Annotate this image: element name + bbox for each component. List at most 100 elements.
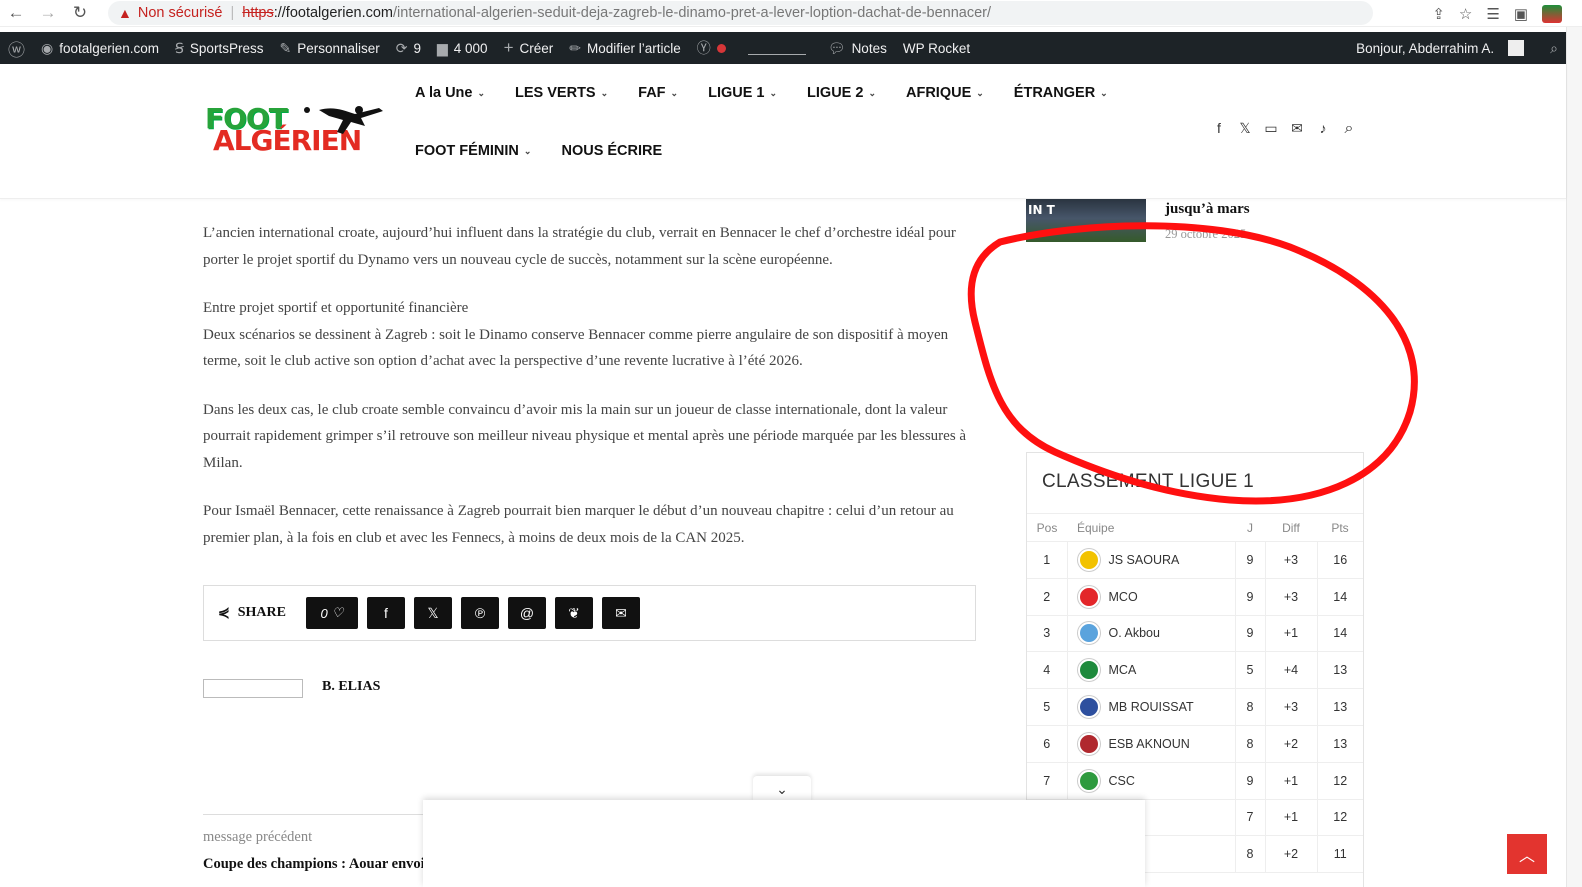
extension-icon[interactable]: [1542, 4, 1562, 23]
share-facebook-button[interactable]: f: [367, 597, 405, 629]
cell-team[interactable]: MCA: [1066, 651, 1236, 690]
share-x-button[interactable]: 𝕏: [414, 597, 452, 629]
sidebar-post-date: 29 octobre 2025: [1165, 227, 1247, 241]
cell-pos: 3: [1027, 615, 1067, 653]
team-name: ESB AKNOUN: [1108, 736, 1190, 751]
menu-item[interactable]: AFRIQUE ⌄: [906, 85, 984, 101]
sidebar-post-thumbnail[interactable]: IN T: [1026, 199, 1146, 242]
chevron-down-icon: ⌄: [976, 87, 984, 98]
page-scrollbar[interactable]: [1566, 27, 1582, 887]
yoast-icon: Ⓨ: [696, 40, 711, 56]
share-email-button[interactable]: ✉: [602, 597, 640, 629]
edit-post-label: Modifier l’article: [587, 40, 681, 56]
share-box: ⋞ SHARE 0 ♡ f 𝕏 ℗ @ ❦ ✉: [203, 585, 976, 641]
menu-item[interactable]: LIGUE 2 ⌄: [807, 85, 876, 101]
comments-link[interactable]: ▆ 4 000: [429, 32, 496, 64]
url-path: /international-algerien-seduit-deja-zagr…: [393, 5, 992, 21]
cell-played: 8: [1235, 725, 1265, 763]
seo-menu[interactable]: Ⓨ: [689, 32, 734, 64]
admin-search-icon[interactable]: ⌕: [1542, 32, 1566, 64]
url-host: ://footalgerien.com: [273, 5, 393, 21]
reading-list-icon[interactable]: ☰: [1486, 5, 1499, 23]
previous-post-label: message précédent: [203, 829, 313, 845]
author-name[interactable]: B. ELIAS: [322, 679, 380, 695]
notes-link[interactable]: 💬︎ Notes: [820, 32, 895, 64]
menu-item-label: FOOT FÉMININ: [415, 143, 519, 159]
cell-team[interactable]: O. Akbou: [1066, 615, 1236, 653]
cell-points: 12: [1317, 762, 1363, 800]
menu-item-label: LIGUE 1: [708, 85, 765, 101]
team-wrap: JS SAOURA: [1068, 548, 1235, 571]
cell-points: 13: [1317, 688, 1363, 726]
email-icon[interactable]: ✉: [1290, 120, 1304, 138]
wordpress-menu[interactable]: ⓦ: [0, 32, 33, 64]
sidepanel-icon[interactable]: ▣: [1514, 5, 1528, 23]
account-menu[interactable]: Bonjour, Abderrahim A.: [1348, 32, 1542, 64]
sportspress-link[interactable]: Ꞩ SportsPress: [167, 32, 271, 64]
chevron-down-icon: ⌄: [1100, 87, 1108, 98]
col-pos: Pos: [1027, 513, 1067, 542]
bookmark-star-icon[interactable]: ☆: [1459, 5, 1472, 23]
cell-points: 14: [1317, 578, 1363, 616]
like-button[interactable]: 0 ♡: [306, 597, 358, 629]
cell-team[interactable]: CSC: [1066, 762, 1236, 800]
cell-pos: 5: [1027, 688, 1067, 726]
admin-site-link[interactable]: ◉ footalgerien.com: [33, 32, 167, 64]
menu-item[interactable]: FAF ⌄: [638, 85, 678, 101]
share-threads-button[interactable]: @: [508, 597, 546, 629]
main-menu-row-2: FOOT FÉMININ ⌄ NOUS ÉCRIRE: [415, 122, 1135, 180]
back-icon[interactable]: ←: [0, 0, 32, 27]
youtube-icon[interactable]: ▭: [1264, 120, 1278, 138]
wp-rocket-link[interactable]: WP Rocket: [895, 32, 978, 64]
share-bluesky-button[interactable]: ❦: [555, 597, 593, 629]
site-logo[interactable]: FOOT ALGÉRIEN: [205, 102, 400, 157]
menu-item[interactable]: A la Une ⌄: [415, 85, 485, 101]
cell-played: 9: [1235, 541, 1265, 579]
facebook-icon: f: [384, 605, 388, 621]
avatar: [1508, 40, 1525, 56]
forward-icon[interactable]: →: [32, 0, 64, 27]
menu-item[interactable]: NOUS ÉCRIRE: [561, 143, 662, 159]
facebook-icon[interactable]: f: [1212, 120, 1226, 138]
customize-link[interactable]: ✎ Personnaliser: [271, 32, 387, 64]
share-page-icon[interactable]: ⇪: [1432, 5, 1445, 23]
article-paragraph: L’ancien international croate, aujourd’h…: [203, 225, 956, 268]
share-pinterest-button[interactable]: ℗: [461, 597, 499, 629]
club-crest-icon: [1077, 659, 1100, 682]
share-icon: ⋞: [218, 605, 230, 621]
menu-item[interactable]: LIGUE 1 ⌄: [708, 85, 777, 101]
col-diff: Diff: [1265, 513, 1317, 542]
cell-team[interactable]: MCO: [1066, 578, 1236, 616]
tiktok-icon[interactable]: ♪: [1316, 120, 1330, 138]
updates-link[interactable]: ⟳ 9: [388, 32, 429, 64]
x-twitter-icon[interactable]: 𝕏: [1238, 120, 1252, 138]
cell-team[interactable]: MB ROUISSAT: [1066, 688, 1236, 726]
menu-item-label: NOUS ÉCRIRE: [561, 143, 663, 159]
admin-search-field[interactable]: [747, 41, 806, 55]
sidebar-post-title[interactable]: jusqu’à mars: [1165, 201, 1250, 218]
search-icon[interactable]: ⌕: [1342, 120, 1356, 138]
col-points: Pts: [1317, 513, 1363, 542]
cell-played: 5: [1235, 651, 1265, 690]
new-content-link[interactable]: + Créer: [496, 32, 562, 64]
cell-points: 12: [1317, 799, 1363, 837]
ad-collapse-toggle[interactable]: ⌄: [753, 776, 811, 802]
menu-item[interactable]: LES VERTS ⌄: [515, 85, 608, 101]
address-bar[interactable]: ▲ Non sécurisé | https ://footalgerien.c…: [108, 1, 1373, 25]
standings-header-row: Pos Équipe J Diff Pts: [1027, 513, 1363, 542]
previous-post-link[interactable]: Coupe des champions : Aouar envoie Al-It…: [203, 853, 433, 887]
club-crest-icon: [1077, 769, 1100, 792]
edit-post-link[interactable]: ✏ Modifier l’article: [561, 32, 689, 64]
cell-played: 8: [1235, 688, 1265, 726]
menu-item[interactable]: FOOT FÉMININ ⌄: [415, 143, 531, 159]
comment-icon: ▆: [436, 39, 448, 56]
menu-item[interactable]: ÉTRANGER ⌄: [1014, 85, 1108, 101]
cell-team[interactable]: JS SAOURA: [1066, 541, 1236, 579]
scroll-to-top-button[interactable]: ︿: [1507, 834, 1547, 874]
cell-team[interactable]: ESB AKNOUN: [1066, 725, 1236, 763]
not-secure-label[interactable]: Non sécurisé: [138, 5, 223, 21]
cell-diff: +2: [1264, 835, 1318, 874]
reload-icon[interactable]: ↻: [64, 0, 96, 27]
browser-actions: ⇪ ☆ ☰ ▣: [1432, 0, 1562, 27]
search-icon: ⌕: [1550, 39, 1558, 56]
